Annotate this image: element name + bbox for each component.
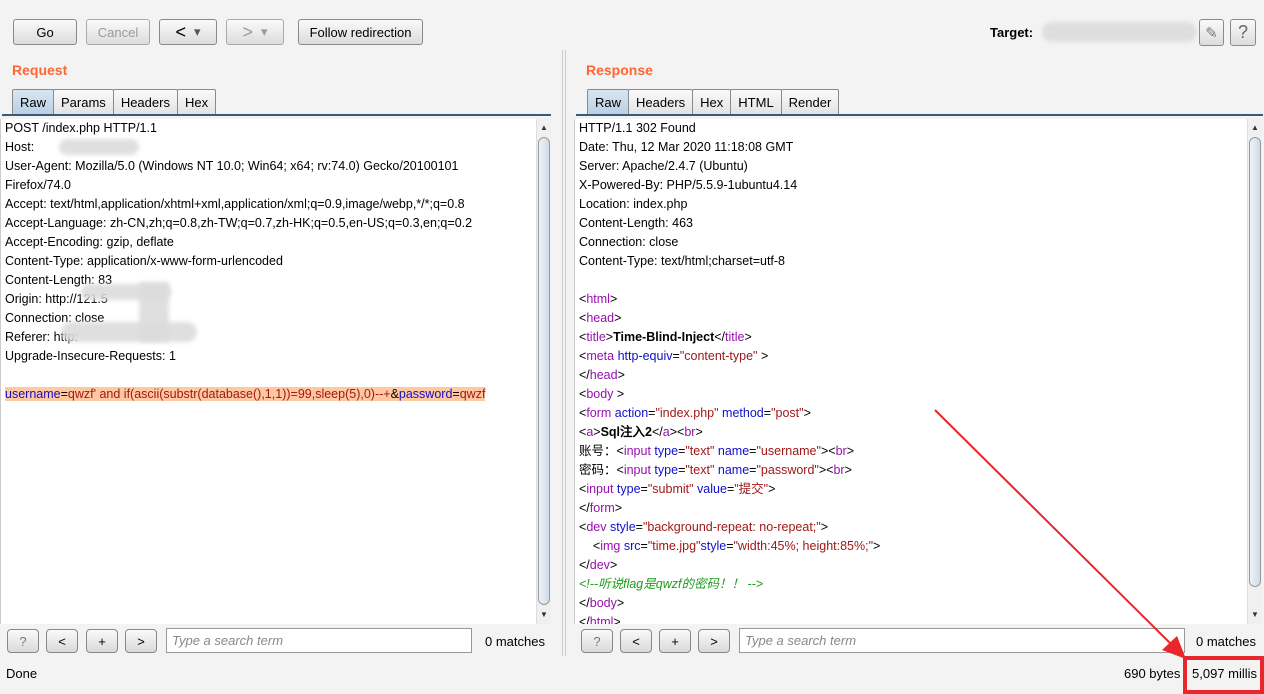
annotation-arrow (934, 409, 1186, 659)
